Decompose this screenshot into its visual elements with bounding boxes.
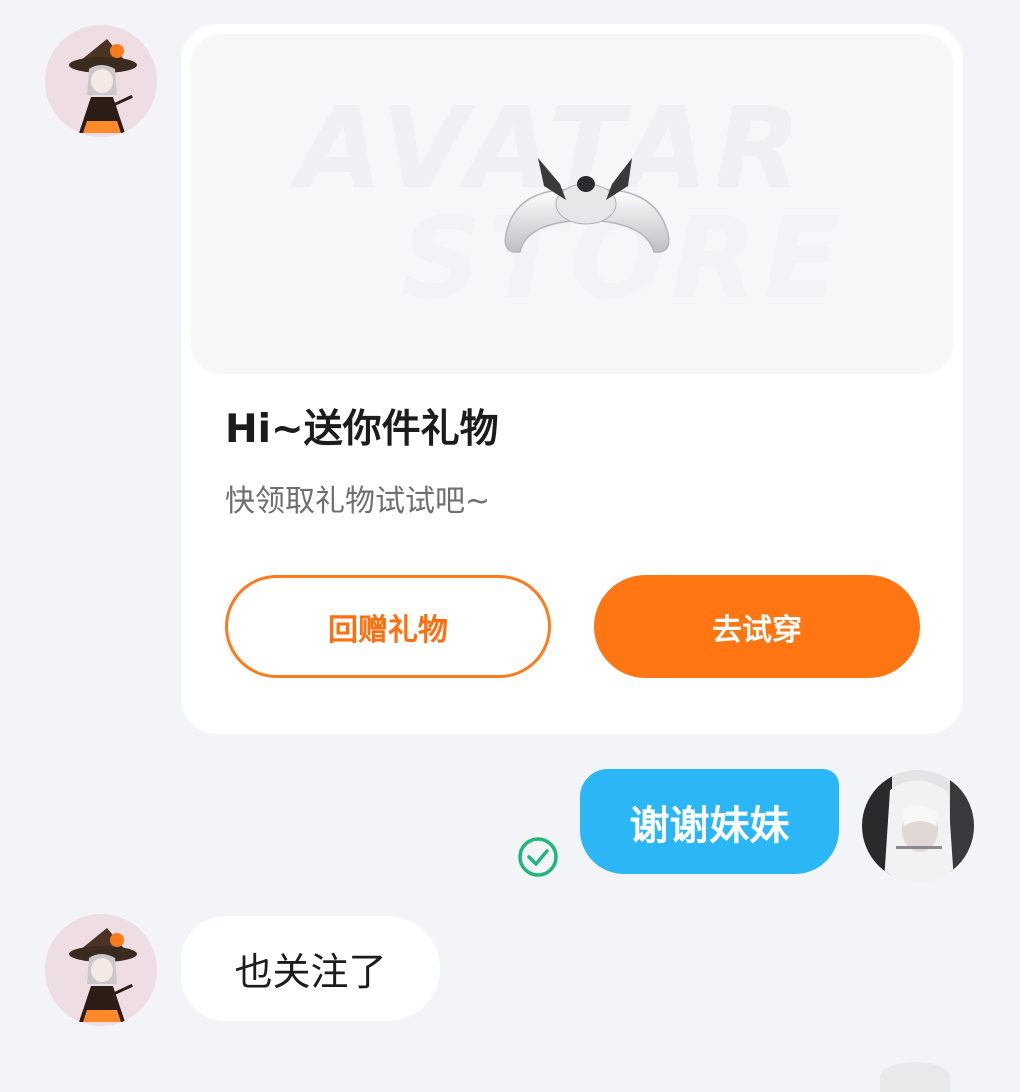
my-avatar[interactable] <box>862 770 974 882</box>
gift-message-card[interactable]: AVATAR STORE Hi~送你件礼物 快领取礼物试试吧~ 回赠礼物 去试穿 <box>181 24 963 734</box>
incoming-message-bubble[interactable]: 也关注了 <box>181 916 440 1021</box>
check-circle-icon <box>518 837 558 877</box>
white-hair-girl-avatar-image <box>862 770 974 882</box>
gift-card-title: Hi~送你件礼物 <box>225 407 499 452</box>
sender-avatar[interactable] <box>45 25 157 137</box>
return-gift-button[interactable]: 回赠礼物 <box>225 575 551 678</box>
witch-girl-avatar-image <box>45 914 157 1026</box>
bow-headband-icon <box>504 158 670 253</box>
sender-avatar[interactable] <box>45 914 157 1026</box>
gift-banner: AVATAR STORE <box>191 34 953 374</box>
try-on-button[interactable]: 去试穿 <box>594 575 920 678</box>
next-avatar-partial <box>880 1062 950 1092</box>
gift-card-subtitle: 快领取礼物试试吧~ <box>225 484 491 519</box>
witch-girl-avatar-image <box>45 25 157 137</box>
outgoing-message-bubble[interactable]: 谢谢妹妹 <box>580 769 839 874</box>
